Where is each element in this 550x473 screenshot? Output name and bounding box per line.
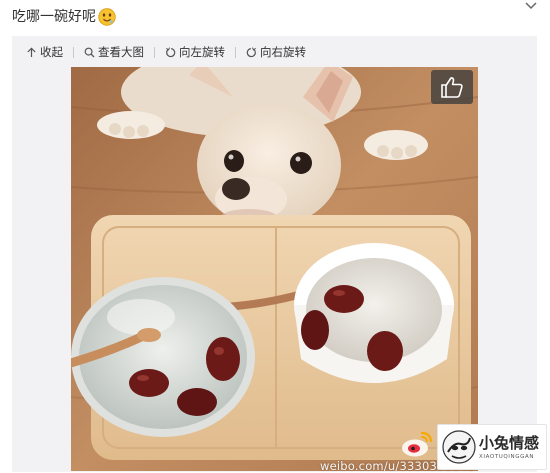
post-text: 吃哪一碗好呢 — [12, 6, 116, 28]
collapse-button[interactable]: 收起 — [26, 44, 63, 60]
thumbs-up-icon — [441, 77, 463, 98]
brand-subtitle: XIAOTUQINGGAN — [479, 454, 535, 460]
rotate-right-label: 向右旋转 — [260, 45, 306, 59]
toolbar-divider — [235, 46, 236, 58]
arrow-up-icon — [27, 46, 36, 57]
magnifier-icon — [84, 47, 95, 57]
view-large-label: 查看大图 — [98, 45, 144, 59]
rotate-right-icon — [246, 46, 256, 57]
chevron-down-icon[interactable] — [524, 0, 538, 12]
post-photo[interactable] — [71, 67, 478, 471]
toolbar-divider — [73, 46, 74, 58]
rotate-left-button[interactable]: 向左旋转 — [165, 44, 225, 60]
post-text-content: 吃哪一碗好呢 — [12, 9, 96, 25]
image-toolbar: 收起 查看大图 向左旋转 向右旋转 — [26, 43, 316, 61]
rotate-left-icon — [166, 46, 176, 57]
media-panel: 收起 查看大图 向左旋转 向右旋转 — [12, 36, 537, 472]
brand-badge: 小兔情感 XIAOTUQINGGAN — [437, 424, 547, 470]
view-large-button[interactable]: 查看大图 — [84, 44, 144, 60]
brand-name: 小兔情感 — [479, 434, 540, 452]
brand-logo-icon — [442, 430, 476, 464]
rotate-right-button[interactable]: 向右旋转 — [246, 44, 306, 60]
rotate-left-label: 向左旋转 — [179, 45, 225, 59]
drooling-face-icon — [98, 8, 116, 26]
like-button[interactable] — [431, 70, 473, 104]
dog-and-two-bowls-photo — [71, 67, 478, 471]
toolbar-divider — [154, 46, 155, 58]
collapse-label: 收起 — [40, 45, 63, 59]
weibo-logo-icon — [402, 431, 433, 457]
